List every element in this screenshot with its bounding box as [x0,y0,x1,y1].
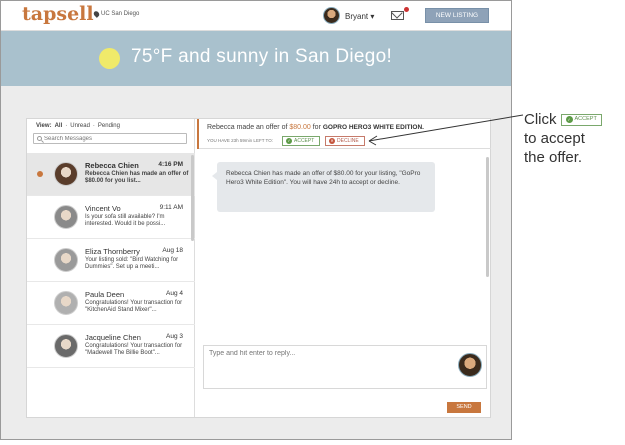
time-left: YOU HAVE 23h 59min LEFT TO: [207,138,273,143]
conversation-name: Jacqueline Chen [85,333,141,342]
search-icon [37,136,42,141]
user-avatar[interactable] [323,7,340,24]
new-listing-button[interactable]: NEW LISTING [425,8,489,23]
avatar [54,334,78,358]
offer-amount: $80.00 [289,124,311,131]
logo[interactable]: tapsell [22,3,94,25]
conversation-list: Rebecca Chien 4:16 PM Rebecca Chien has ma… [27,153,195,368]
conversation-name: Eliza Thornberry [85,247,140,256]
conversation-snippet: Rebecca Chien has made an offer of $80.0… [85,171,189,184]
conversation-time: Aug 3 [166,333,183,340]
search-box[interactable] [33,133,187,144]
top-bar: tapsell UC San Diego Bryant ▾ NEW LISTIN… [1,1,511,31]
filter-separator: · [65,123,68,129]
filter-unread[interactable]: Unread [70,123,90,129]
offer-accent-bar [197,119,199,149]
annotation-arrow [368,114,524,146]
conversation-time: 4:16 PM [158,161,183,168]
conversation-snippet: Is your sofa still available? I'm intere… [85,214,166,227]
sun-icon [99,48,120,69]
conversation-item[interactable]: Vincent Vo 9:11 AM Is your sofa still avai… [27,196,195,239]
filter-all[interactable]: All [55,123,63,129]
check-icon: ✓ [565,116,573,123]
callout-line-2: to accept [524,130,585,147]
callout-line-1: Click [524,111,557,128]
conversation-time: Aug 4 [166,290,183,297]
message-bubble: Rebecca Chien has made an offer of $80.0… [212,162,435,212]
conversation-item[interactable]: Rebecca Chien 4:16 PM Rebecca Chien has ma… [27,153,195,196]
view-filters: View: All · Unread · Pending [36,123,120,129]
user-menu[interactable]: Bryant ▾ [345,12,374,21]
conversation-name: Rebecca Chien [85,161,139,170]
conversation-item[interactable]: Eliza Thornberry Aug 18 Your listing sold:… [27,239,195,282]
filter-label: View: [36,123,52,129]
reply-input[interactable] [209,350,449,384]
x-icon: ✕ [329,138,335,144]
annotation-callout: Click ✓ ACCEPT to accept the offer. [524,110,624,167]
conversation-name: Paula Deen [85,290,125,299]
offer-prefix: Rebecca made an offer of [207,124,290,131]
inbox-panel: View: All · Unread · Pending Rebecca Chi… [26,118,491,418]
filter-separator: · [92,123,95,129]
send-button[interactable]: SEND [447,402,481,413]
avatar [54,291,78,315]
notification-badge [404,7,409,12]
conversation-snippet: Congratulations! Your transaction for "M… [85,343,183,356]
avatar [54,205,78,229]
weather-banner: 75°F and sunny in San Diego! [1,31,511,86]
location-pin-icon [92,10,101,18]
offer-middle: for [310,124,323,131]
accept-label: ACCEPT [294,138,315,144]
conversation-name: Vincent Vo [85,204,121,213]
check-icon: ✓ [286,138,292,144]
conversation-scrollbar[interactable] [191,155,194,241]
mail-icon[interactable] [391,11,404,20]
app-window: tapsell UC San Diego Bryant ▾ NEW LISTIN… [0,0,512,440]
page: tapsell UC San Diego Bryant ▾ NEW LISTIN… [0,0,625,445]
conversation-item[interactable]: Paula Deen Aug 4 Congratulations! Your tra… [27,282,195,325]
unread-dot [37,171,43,177]
callout-accept-label: ACCEPT [574,116,597,122]
conversation-pane: Rebecca made an offer of $80.00 for GOPR… [197,119,491,417]
avatar [54,162,78,186]
callout-line-3: the offer. [524,149,583,166]
conversation-snippet: Your listing sold: "Bird Watching for Du… [85,257,179,270]
conversation-sidebar: View: All · Unread · Pending Rebecca Chi… [27,119,195,417]
reply-avatar [458,353,482,377]
avatar [54,248,78,272]
conversation-time: Aug 18 [162,247,183,254]
filter-pending[interactable]: Pending [98,123,120,129]
search-input[interactable] [44,134,184,143]
conversation-item[interactable]: Jacqueline Chen Aug 3 Congratulations! You… [27,325,195,368]
callout-accept-badge: ✓ ACCEPT [560,113,602,126]
location-label: UC San Diego [101,11,140,17]
message-area: Rebecca Chien has made an offer of $80.0… [197,150,491,340]
reply-box [203,345,487,389]
conversation-time: 9:11 AM [159,204,183,211]
callout-row: Click ✓ ACCEPT [524,110,624,129]
accept-button[interactable]: ✓ ACCEPT [282,136,320,146]
message-scrollbar[interactable] [486,157,489,277]
conversation-snippet: Congratulations! Your transaction for "K… [85,300,183,313]
location[interactable]: UC San Diego [92,10,140,18]
weather-text: 75°F and sunny in San Diego! [131,46,393,67]
